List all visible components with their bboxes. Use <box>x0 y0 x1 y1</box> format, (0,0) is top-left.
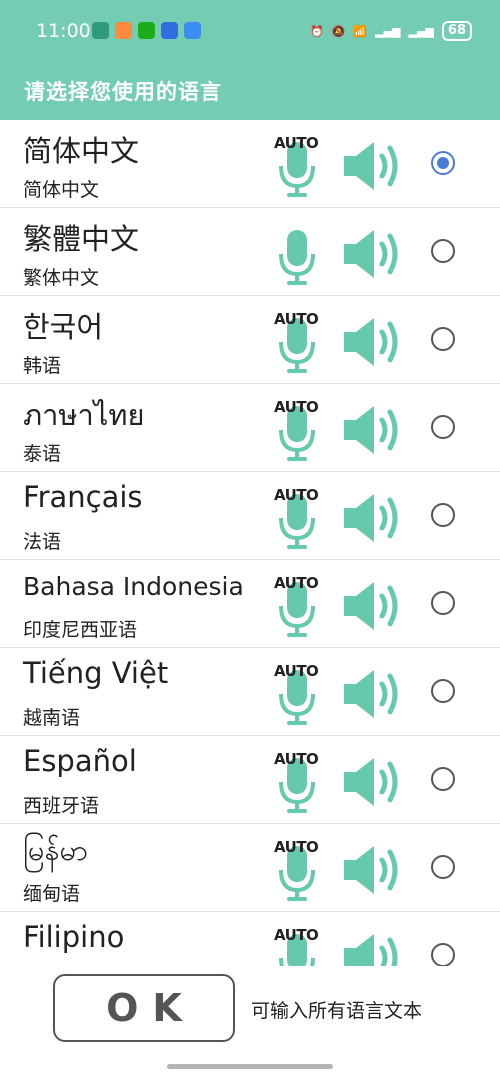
language-row[interactable]: Français 法语 AUTO <box>0 472 500 560</box>
app-notification-icon <box>115 22 132 39</box>
app-notification-icon <box>184 22 201 39</box>
speaker-icon[interactable] <box>340 666 404 722</box>
language-row[interactable]: 繁體中文 繁体中文 <box>0 208 500 296</box>
language-radio[interactable] <box>431 151 455 175</box>
language-radio[interactable] <box>431 855 455 879</box>
speaker-icon[interactable] <box>340 138 404 194</box>
language-row[interactable]: Filipino AUTO <box>0 912 500 966</box>
language-radio[interactable] <box>431 239 455 263</box>
speaker-icon[interactable] <box>340 490 404 546</box>
language-native-name: Tiếng Việt <box>23 656 169 690</box>
language-chinese-name: 缅甸语 <box>23 883 81 905</box>
language-native-name: Español <box>23 744 137 778</box>
alarm-icon: ⏰ <box>310 24 324 38</box>
signal-icon: ▂▄▆ <box>375 24 401 38</box>
language-native-name: ภาษาไทย <box>23 398 145 432</box>
language-chinese-name: 韩语 <box>23 355 62 377</box>
page-title: 请选择您使用的语言 <box>24 80 222 104</box>
language-native-name: 简体中文 <box>23 134 140 168</box>
app-notification-icon <box>138 22 155 39</box>
status-time: 11:00 <box>36 20 91 42</box>
language-native-name: Français <box>23 480 143 514</box>
language-radio[interactable] <box>431 415 455 439</box>
wifi-icon: 📶 <box>353 24 368 38</box>
language-radio[interactable] <box>431 679 455 703</box>
status-bar: 11:00 ⏰ 🔕 📶 ▂▄▆ ▂▄▆ 68 <box>0 0 500 62</box>
language-native-name: မြန်မာ <box>23 833 88 867</box>
language-chinese-name: 西班牙语 <box>23 795 100 817</box>
language-chinese-name: 法语 <box>23 531 62 553</box>
speaker-icon[interactable] <box>340 754 404 810</box>
speaker-icon[interactable] <box>340 226 404 282</box>
battery-indicator: 68 <box>441 21 472 41</box>
speaker-icon[interactable] <box>340 402 404 458</box>
bottom-area: OK 可输入所有语言文本 <box>0 966 500 1082</box>
language-row[interactable]: 한국어 韩语 AUTO <box>0 296 500 384</box>
speaker-icon[interactable] <box>340 930 404 966</box>
language-radio[interactable] <box>431 503 455 527</box>
language-chinese-name: 越南语 <box>23 707 81 729</box>
language-radio[interactable] <box>431 943 455 966</box>
language-native-name: Bahasa Indonesia <box>23 572 244 601</box>
home-indicator[interactable] <box>167 1064 333 1069</box>
language-row[interactable]: Bahasa Indonesia 印度尼西亚语 AUTO <box>0 560 500 648</box>
language-chinese-name: 印度尼西亚语 <box>23 619 138 641</box>
auto-label: AUTO <box>274 486 319 504</box>
status-app-icons <box>92 22 201 39</box>
auto-label: AUTO <box>274 310 319 328</box>
language-radio[interactable] <box>431 591 455 615</box>
auto-label: AUTO <box>274 398 319 416</box>
language-radio[interactable] <box>431 327 455 351</box>
app-notification-icon <box>92 22 109 39</box>
signal-icon: ▂▄▆ <box>408 24 434 38</box>
input-hint: 可输入所有语言文本 <box>251 1000 423 1022</box>
ok-button[interactable]: OK <box>53 974 235 1042</box>
app-bar: 请选择您使用的语言 <box>0 62 500 120</box>
language-native-name: 繁體中文 <box>23 222 140 256</box>
language-row[interactable]: ภาษาไทย 泰语 AUTO <box>0 384 500 472</box>
language-radio[interactable] <box>431 767 455 791</box>
speaker-icon[interactable] <box>340 314 404 370</box>
language-row[interactable]: မြန်မာ 缅甸语 AUTO <box>0 824 500 912</box>
auto-label: AUTO <box>274 750 319 768</box>
auto-label: AUTO <box>274 662 319 680</box>
language-native-name: 한국어 <box>23 310 104 344</box>
speaker-icon[interactable] <box>340 578 404 634</box>
status-indicators: ⏰ 🔕 📶 ▂▄▆ ▂▄▆ 68 <box>310 21 472 41</box>
auto-label: AUTO <box>274 926 319 944</box>
language-row[interactable]: Tiếng Việt 越南语 AUTO <box>0 648 500 736</box>
speaker-icon[interactable] <box>340 842 404 898</box>
language-chinese-name: 泰语 <box>23 443 62 465</box>
app-notification-icon <box>161 22 178 39</box>
language-row[interactable]: 简体中文 简体中文 AUTO <box>0 120 500 208</box>
microphone-icon[interactable] <box>277 218 317 288</box>
auto-label: AUTO <box>274 134 319 152</box>
language-list[interactable]: 简体中文 简体中文 AUTO 繁體中文 繁体中文 한국어 韩语 AUTO ภาษาไทย 泰语 AU… <box>0 120 500 966</box>
mute-icon: 🔕 <box>331 24 346 38</box>
auto-label: AUTO <box>274 574 319 592</box>
language-chinese-name: 简体中文 <box>23 179 100 201</box>
auto-label: AUTO <box>274 838 319 856</box>
language-native-name: Filipino <box>23 920 125 954</box>
language-chinese-name: 繁体中文 <box>23 267 100 289</box>
language-row[interactable]: Español 西班牙语 AUTO <box>0 736 500 824</box>
